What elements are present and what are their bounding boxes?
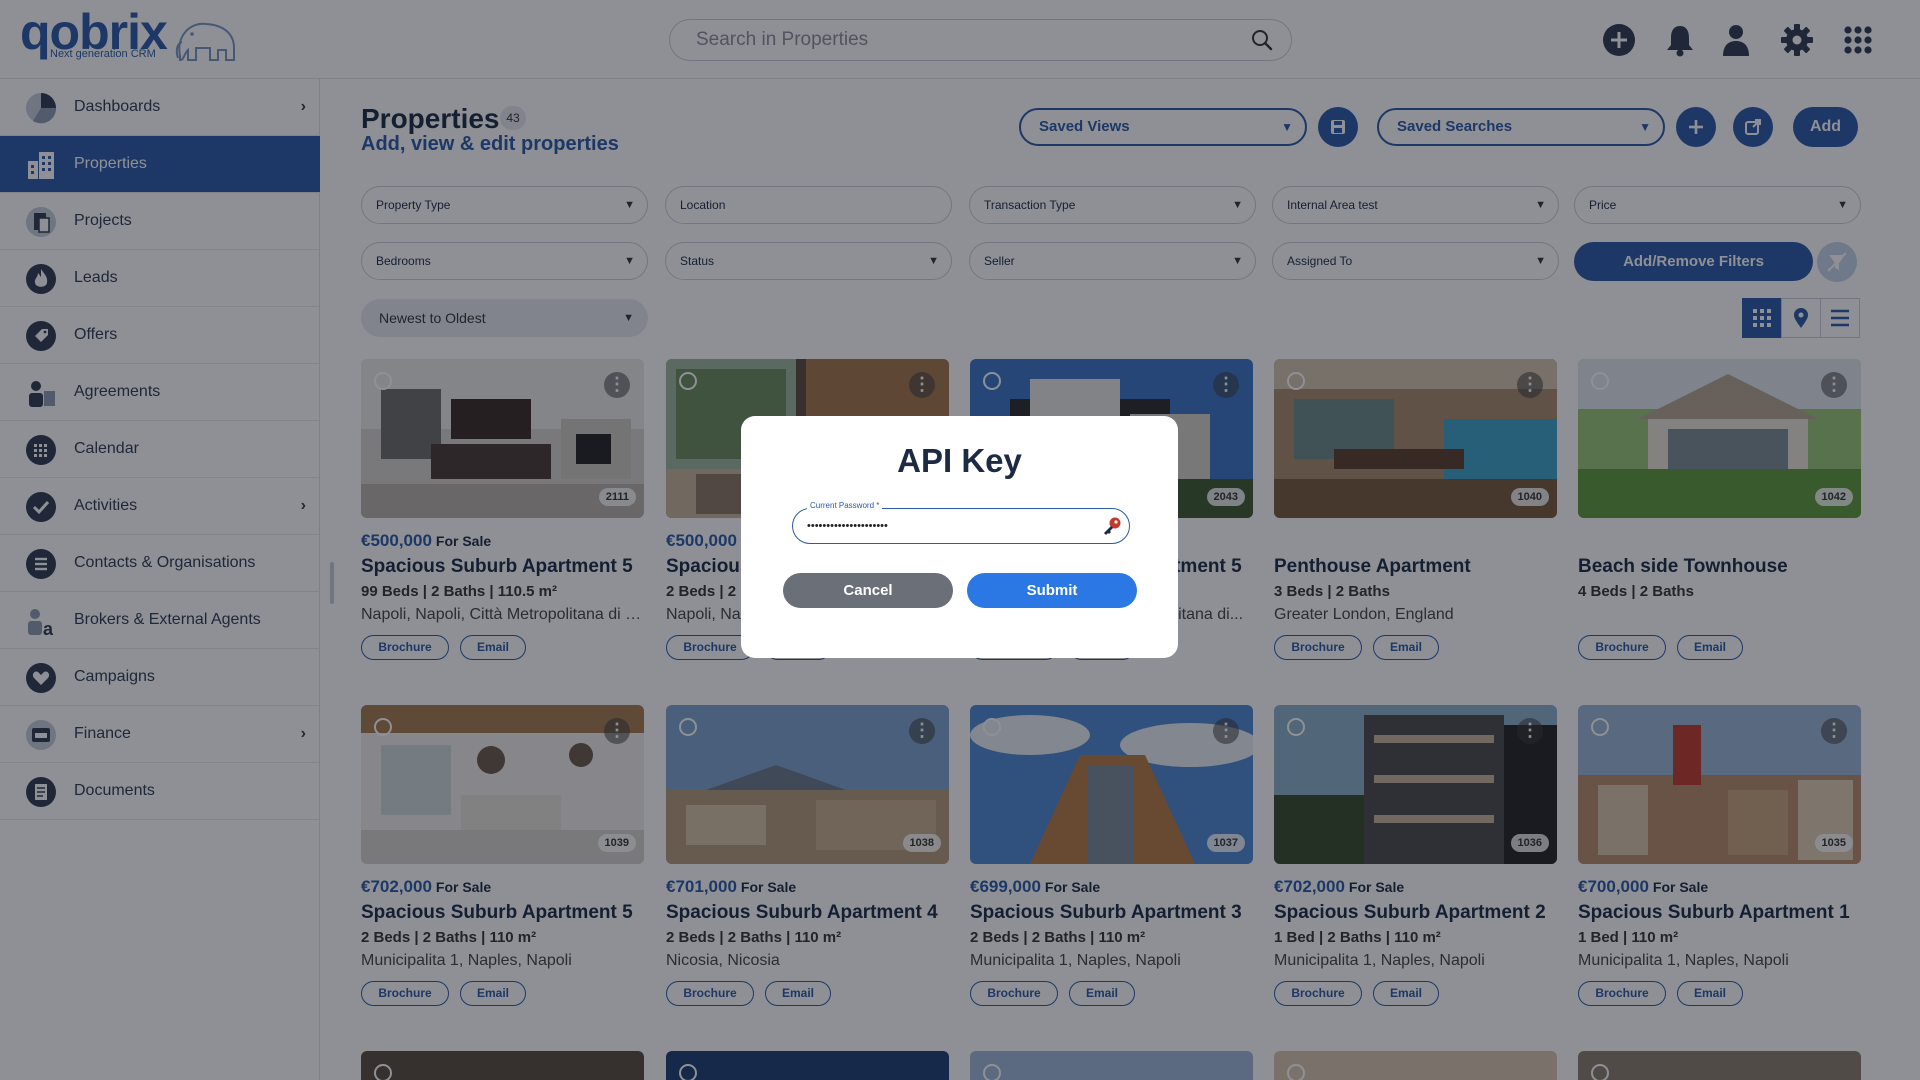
submit-button[interactable]: Submit: [967, 573, 1137, 608]
cancel-button[interactable]: Cancel: [783, 573, 953, 608]
modal-title: API Key: [897, 442, 1022, 479]
api-key-modal: API Key Current Password * Cancel Submit: [741, 416, 1178, 658]
password-input[interactable]: [807, 517, 1077, 535]
password-field-label: Current Password *: [807, 501, 883, 510]
password-key-icon[interactable]: [1101, 515, 1123, 537]
password-field[interactable]: Current Password *: [792, 501, 1130, 544]
